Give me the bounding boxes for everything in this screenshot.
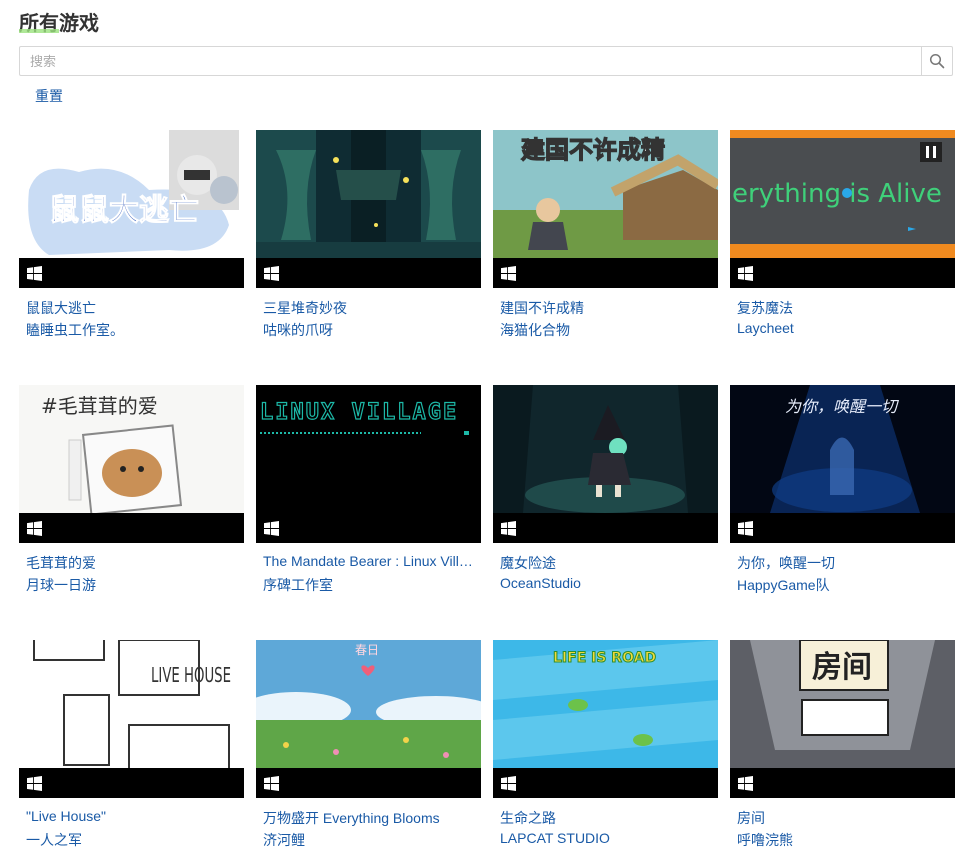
thumb-text: LIFE IS ROAD <box>553 650 656 666</box>
game-card[interactable]: LIVE HOUSE "Live House" 一人之军 <box>19 640 244 848</box>
game-card[interactable]: 为你，唤醒一切 为你，唤醒一切 HappyGame队 <box>730 385 955 593</box>
thumb-text: LINUX VILLAGE <box>260 400 458 425</box>
game-title[interactable]: "Live House" <box>26 808 238 824</box>
game-author[interactable]: 济河鲤 <box>263 830 475 850</box>
windows-icon <box>27 521 42 536</box>
search-input[interactable] <box>20 47 940 75</box>
thumb-text: #毛茸茸的爱 <box>41 394 158 418</box>
windows-icon <box>501 521 516 536</box>
game-title[interactable]: The Mandate Bearer : Linux Village <box>263 553 475 569</box>
game-thumbnail: 春日 <box>256 640 481 768</box>
search-icon <box>929 53 945 69</box>
game-card[interactable]: 房间 房间 呼噜浣熊 <box>730 640 955 848</box>
game-author[interactable]: Laycheet <box>737 320 949 336</box>
game-author[interactable]: 咕咪的爪呀 <box>263 320 475 340</box>
game-author[interactable]: 月球一日游 <box>26 575 238 595</box>
platform-bar <box>256 258 481 288</box>
search-bar <box>19 46 953 76</box>
game-card[interactable]: 春日 万物盛开 Everything Blooms 济河鲤 <box>256 640 481 848</box>
game-card[interactable]: 魔女险途 OceanStudio <box>493 385 718 591</box>
game-thumbnail: 房间 <box>730 640 955 768</box>
game-thumbnail: #毛茸茸的爱 <box>19 385 244 513</box>
game-author[interactable]: OceanStudio <box>500 575 712 591</box>
game-card[interactable]: 建国不许成精 建国不许成精 海猫化合物 <box>493 130 718 338</box>
game-author[interactable]: HappyGame队 <box>737 575 949 595</box>
search-button[interactable] <box>921 47 952 75</box>
platform-bar <box>493 768 718 798</box>
platform-bar <box>730 258 955 288</box>
game-title[interactable]: 复苏魔法 <box>737 298 949 318</box>
game-thumbnail <box>493 385 718 513</box>
windows-icon <box>264 521 279 536</box>
windows-icon <box>501 266 516 281</box>
thumb-text: 春日 <box>355 643 379 657</box>
platform-bar <box>493 258 718 288</box>
game-thumbnail: 鼠鼠大逃亡 <box>19 130 244 258</box>
thumb-text: 房间 <box>812 650 872 685</box>
game-title[interactable]: 为你，唤醒一切 <box>737 553 949 573</box>
game-thumbnail: 为你，唤醒一切 <box>730 385 955 513</box>
game-title[interactable]: 魔女险途 <box>500 553 712 573</box>
windows-icon <box>738 266 753 281</box>
platform-bar <box>493 513 718 543</box>
game-title[interactable]: 三星堆奇妙夜 <box>263 298 475 318</box>
platform-bar <box>19 258 244 288</box>
platform-bar <box>256 768 481 798</box>
platform-bar <box>19 768 244 798</box>
game-card[interactable]: #毛茸茸的爱 毛茸茸的爱 月球一日游 <box>19 385 244 593</box>
game-title[interactable]: 万物盛开 Everything Blooms <box>263 808 475 828</box>
game-thumbnail <box>256 130 481 258</box>
game-card[interactable]: LINUX VILLAGE The Mandate Bearer : Linux… <box>256 385 481 593</box>
game-title[interactable]: 建国不许成精 <box>500 298 712 318</box>
game-title[interactable]: 房间 <box>737 808 949 828</box>
game-author[interactable]: LAPCAT STUDIO <box>500 830 712 846</box>
game-thumbnail: LIFE IS ROAD <box>493 640 718 768</box>
title-underline <box>19 29 59 33</box>
windows-icon <box>501 776 516 791</box>
game-thumbnail: 建国不许成精 <box>493 130 718 258</box>
thumb-text: LIVE HOUSE <box>151 663 231 687</box>
game-author[interactable]: 呼噜浣熊 <box>737 830 949 850</box>
game-author[interactable]: 瞌睡虫工作室。 <box>26 320 238 340</box>
windows-icon <box>27 266 42 281</box>
game-author[interactable]: 一人之军 <box>26 830 238 850</box>
reset-link[interactable]: 重置 <box>35 86 63 106</box>
game-title[interactable]: 鼠鼠大逃亡 <box>26 298 238 318</box>
thumb-text: erything is Alive <box>732 179 942 209</box>
platform-bar <box>256 513 481 543</box>
thumb-text: 鼠鼠大逃亡 <box>49 193 199 228</box>
platform-bar <box>19 513 244 543</box>
game-card[interactable]: erything is Alive 复苏魔法 Laycheet <box>730 130 955 336</box>
game-author[interactable]: 海猫化合物 <box>500 320 712 340</box>
game-card[interactable]: 三星堆奇妙夜 咕咪的爪呀 <box>256 130 481 338</box>
windows-icon <box>738 776 753 791</box>
game-card[interactable]: 鼠鼠大逃亡 鼠鼠大逃亡 瞌睡虫工作室。 <box>19 130 244 338</box>
thumb-text: 建国不许成精 <box>521 136 665 164</box>
windows-icon <box>264 266 279 281</box>
windows-icon <box>264 776 279 791</box>
game-author[interactable]: 序碑工作室 <box>263 575 475 595</box>
game-thumbnail: erything is Alive <box>730 130 955 258</box>
platform-bar <box>730 513 955 543</box>
thumb-text: 为你，唤醒一切 <box>785 397 900 416</box>
platform-bar <box>730 768 955 798</box>
game-card[interactable]: LIFE IS ROAD 生命之路 LAPCAT STUDIO <box>493 640 718 846</box>
game-title[interactable]: 生命之路 <box>500 808 712 828</box>
windows-icon <box>27 776 42 791</box>
game-title[interactable]: 毛茸茸的爱 <box>26 553 238 573</box>
game-thumbnail: LIVE HOUSE <box>19 640 244 768</box>
game-thumbnail: LINUX VILLAGE <box>256 385 481 513</box>
windows-icon <box>738 521 753 536</box>
